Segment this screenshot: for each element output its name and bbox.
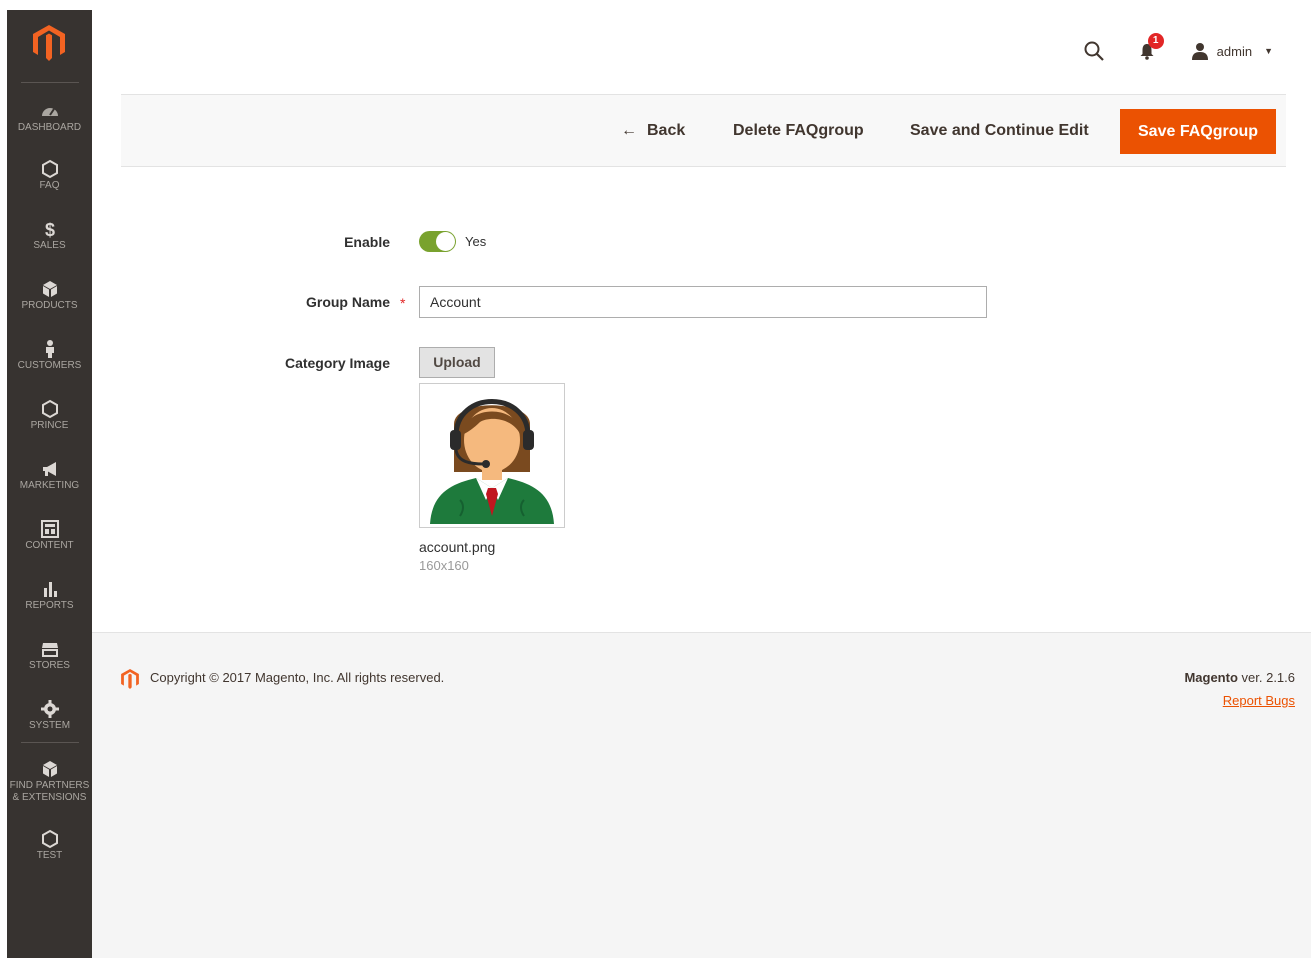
brand-name: Magento bbox=[1184, 670, 1238, 685]
nav-label: REPORTS bbox=[25, 600, 74, 611]
magento-version: Magento ver. 2.1.6 bbox=[1184, 670, 1295, 685]
nav-label: CONTENT bbox=[25, 540, 74, 551]
enable-toggle[interactable] bbox=[419, 231, 456, 252]
admin-sidebar: DASHBOARD FAQ $ SALES PRODUCTS CUSTOMERS… bbox=[7, 10, 92, 958]
save-and-continue-button[interactable]: Save and Continue Edit bbox=[910, 109, 1089, 152]
hexagon-icon bbox=[41, 399, 58, 419]
nav-products[interactable]: PRODUCTS bbox=[7, 278, 92, 312]
person-icon bbox=[45, 340, 54, 358]
uploaded-file-size: 160x160 bbox=[419, 558, 469, 573]
back-button[interactable]: ← Back bbox=[621, 109, 685, 152]
hexagon-icon bbox=[41, 829, 58, 849]
store-icon bbox=[41, 643, 58, 657]
nav-label: SYSTEM bbox=[28, 720, 71, 731]
nav-faq[interactable]: FAQ bbox=[7, 158, 92, 192]
nav-label: STORES bbox=[29, 660, 70, 671]
search-button[interactable] bbox=[1083, 40, 1105, 62]
megaphone-icon bbox=[42, 462, 56, 476]
gear-icon bbox=[40, 700, 59, 718]
nav-stores[interactable]: STORES bbox=[7, 638, 92, 672]
nav-prince[interactable]: PRINCE bbox=[7, 398, 92, 432]
nav-label: TEST bbox=[36, 850, 63, 861]
nav-customers[interactable]: CUSTOMERS bbox=[7, 338, 92, 372]
nav-label: MARKETING bbox=[19, 480, 80, 491]
nav-dashboard[interactable]: DASHBOARD bbox=[7, 100, 92, 134]
nav-label: DASHBOARD bbox=[17, 122, 82, 133]
uploaded-file-name: account.png bbox=[419, 539, 496, 555]
arrow-left-icon: ← bbox=[621, 122, 637, 139]
search-icon bbox=[1084, 41, 1104, 61]
back-label: Back bbox=[647, 122, 686, 139]
group-name-label: Group Name bbox=[305, 294, 390, 310]
nav-label: PRINCE bbox=[30, 420, 69, 431]
page-actions-bar: ← Back Delete FAQgroup Save and Continue … bbox=[121, 94, 1286, 167]
svg-text:$: $ bbox=[44, 220, 54, 240]
dollar-icon: $ bbox=[44, 220, 54, 240]
enable-label: Enable bbox=[344, 234, 390, 250]
bar-chart-icon bbox=[43, 582, 57, 597]
upload-button[interactable]: Upload bbox=[419, 347, 495, 378]
group-name-input[interactable]: Account bbox=[419, 286, 987, 318]
nav-label: FIND PARTNERS bbox=[9, 780, 90, 791]
notifications-button[interactable]: 1 bbox=[1139, 33, 1164, 60]
dashboard-icon bbox=[41, 108, 58, 116]
magento-logo-icon[interactable] bbox=[33, 25, 65, 61]
cube-icon bbox=[42, 281, 57, 297]
box-icon bbox=[42, 761, 57, 777]
nav-label: CUSTOMERS bbox=[17, 360, 82, 371]
nav-test[interactable]: TEST bbox=[7, 828, 92, 862]
save-faqgroup-button[interactable]: Save FAQgroup bbox=[1120, 109, 1277, 154]
nav-label: SALES bbox=[33, 240, 66, 251]
admin-username: admin bbox=[1216, 43, 1253, 59]
magento-footer-logo-icon bbox=[121, 669, 139, 689]
nav-label: PRODUCTS bbox=[21, 300, 78, 311]
copyright-text: Copyright © 2017 Magento, Inc. All right… bbox=[150, 670, 445, 685]
layout-icon bbox=[40, 520, 59, 538]
hexagon-icon bbox=[41, 159, 58, 179]
customer-support-avatar-image bbox=[430, 399, 554, 524]
category-image-preview[interactable] bbox=[419, 383, 565, 528]
nav-marketing[interactable]: MARKETING bbox=[7, 458, 92, 492]
nav-system[interactable]: SYSTEM bbox=[7, 698, 92, 732]
report-bugs-link[interactable]: Report Bugs bbox=[1223, 693, 1295, 708]
category-image-label: Category Image bbox=[284, 355, 390, 371]
user-icon bbox=[1191, 43, 1208, 60]
toggle-knob bbox=[436, 232, 455, 251]
delete-faqgroup-button[interactable]: Delete FAQgroup bbox=[733, 109, 864, 152]
nav-reports[interactable]: REPORTS bbox=[7, 578, 92, 612]
header-actions: 1 admin ▼ bbox=[1083, 33, 1273, 64]
nav-label: FAQ bbox=[39, 180, 60, 191]
enable-value: Yes bbox=[465, 234, 487, 249]
admin-user-menu[interactable]: admin ▼ bbox=[1191, 42, 1273, 60]
sidebar-divider bbox=[21, 82, 79, 83]
chevron-down-icon: ▼ bbox=[1264, 46, 1273, 56]
required-mark: * bbox=[400, 295, 406, 311]
notification-count-badge: 1 bbox=[1147, 33, 1164, 49]
nav-label-line2: & EXTENSIONS bbox=[12, 792, 87, 803]
version-text: ver. 2.1.6 bbox=[1237, 670, 1295, 685]
nav-content[interactable]: CONTENT bbox=[7, 518, 92, 552]
sidebar-divider bbox=[21, 742, 79, 743]
nav-find-partners[interactable]: FIND PARTNERS & EXTENSIONS bbox=[7, 758, 92, 804]
nav-sales[interactable]: $ SALES bbox=[7, 218, 92, 252]
